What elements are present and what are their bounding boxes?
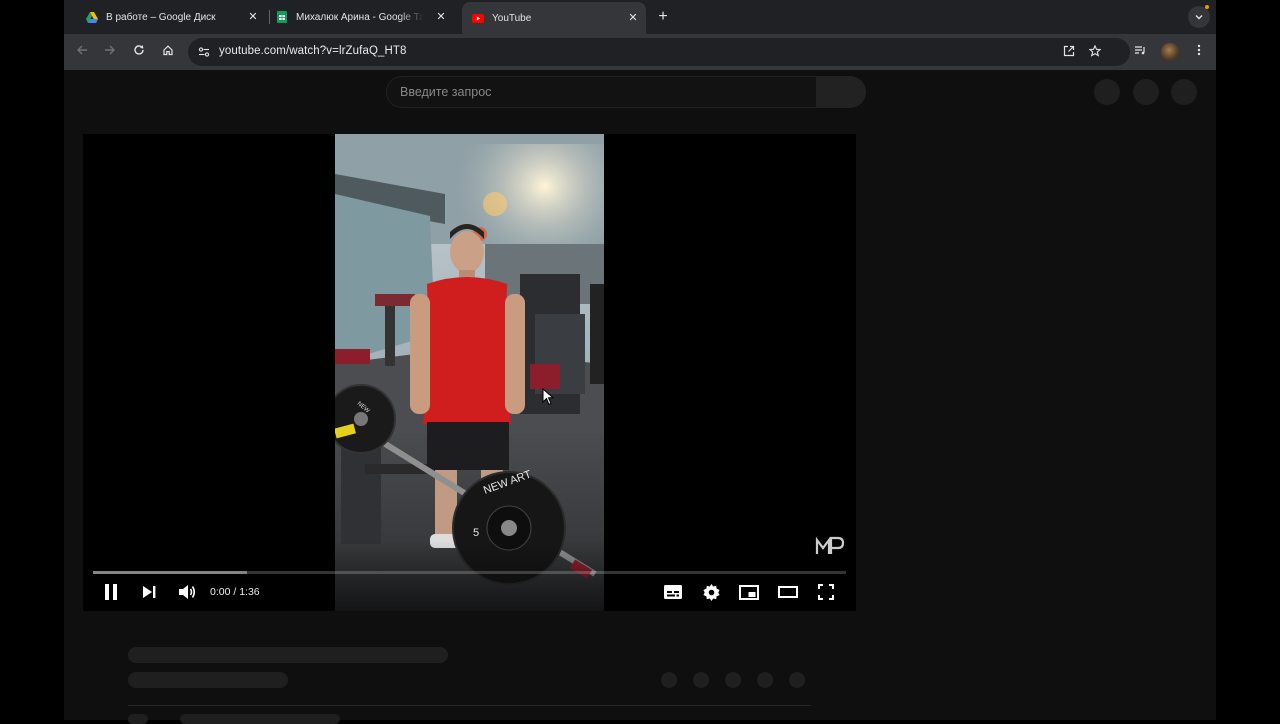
next-video-button[interactable] <box>137 581 161 603</box>
arrow-right-icon <box>105 45 115 55</box>
tab-google-drive[interactable]: В работе – Google Диск ✕ <box>76 4 266 30</box>
new-tab-button[interactable]: + <box>653 7 673 27</box>
miniplayer-icon <box>739 584 759 600</box>
channel-placeholder <box>128 672 288 688</box>
action-placeholder <box>789 672 805 688</box>
title-placeholder <box>128 647 448 663</box>
open-in-app-icon[interactable] <box>1062 45 1076 59</box>
bookmark-star-icon[interactable] <box>1088 44 1102 59</box>
mute-button[interactable] <box>175 581 199 603</box>
home-icon <box>163 45 173 56</box>
action-placeholder <box>757 672 773 688</box>
tab-title: YouTube <box>492 12 532 24</box>
close-tab-icon[interactable]: ✕ <box>434 10 448 24</box>
close-tab-icon[interactable]: ✕ <box>626 11 640 25</box>
subtitles-button[interactable] <box>661 581 685 603</box>
video-frame: NEW ART 5 NEW <box>335 134 604 611</box>
close-tab-icon[interactable]: ✕ <box>246 10 260 24</box>
tab-search-button[interactable] <box>1188 6 1210 28</box>
comment-placeholder <box>128 714 148 724</box>
search-placeholder: Введите запрос <box>400 85 492 99</box>
section-divider <box>128 705 811 706</box>
pause-icon <box>105 584 117 600</box>
action-placeholder <box>725 672 741 688</box>
google-drive-icon <box>86 11 98 23</box>
svg-text:5: 5 <box>473 527 479 539</box>
gym-video-image: NEW ART 5 NEW <box>335 134 604 611</box>
header-placeholder-button <box>1094 79 1120 105</box>
comment-placeholder <box>180 714 340 724</box>
browser-toolbar: youtube.com/watch?v=lrZufaQ_HT8 <box>64 34 1216 70</box>
forward-button[interactable] <box>99 41 121 63</box>
subtitles-icon <box>664 585 682 599</box>
time-display: 0:00 / 1:36 <box>210 586 260 598</box>
fullscreen-icon <box>818 584 834 600</box>
site-settings-icon[interactable] <box>197 45 211 59</box>
channel-watermark-logo <box>815 536 845 554</box>
tab-youtube[interactable]: YouTube ✕ <box>462 2 646 34</box>
gear-icon <box>702 583 720 601</box>
miniplayer-button[interactable] <box>737 581 761 603</box>
theater-mode-icon <box>778 586 798 598</box>
google-sheets-icon <box>276 11 288 23</box>
action-placeholder <box>661 672 677 688</box>
url-text: youtube.com/watch?v=lrZufaQ_HT8 <box>219 45 407 57</box>
action-placeholder <box>693 672 709 688</box>
chevron-down-icon <box>1195 15 1203 20</box>
theater-mode-button[interactable] <box>776 581 800 603</box>
youtube-watch-page: Введите запрос NEW ART 5 NEW 0:00 / 1:36 <box>64 70 1216 724</box>
settings-button[interactable] <box>699 581 723 603</box>
fullscreen-button[interactable] <box>814 581 838 603</box>
skip-next-icon <box>143 586 156 598</box>
header-placeholder-button <box>1171 79 1197 105</box>
back-button[interactable] <box>71 41 93 63</box>
tab-title: Михалюк Арина - Google Таблицы <box>296 11 424 23</box>
mouse-cursor-icon <box>542 388 554 406</box>
header-placeholder-button <box>1133 79 1159 105</box>
volume-icon <box>179 585 196 599</box>
youtube-icon <box>472 12 484 24</box>
video-player[interactable]: NEW ART 5 NEW 0:00 / 1:36 <box>83 134 856 611</box>
reload-button[interactable] <box>128 41 150 63</box>
home-button[interactable] <box>157 41 179 63</box>
pause-button[interactable] <box>99 581 123 603</box>
tab-google-sheets[interactable]: Михалюк Арина - Google Таблицы ✕ <box>266 4 454 30</box>
buffered-progress <box>93 571 248 574</box>
reload-icon <box>134 45 144 55</box>
media-controls-button[interactable] <box>1129 41 1151 63</box>
browser-window: В работе – Google Диск ✕ Михалюк Арина -… <box>64 0 1216 724</box>
playlist-music-icon <box>1135 46 1145 55</box>
browser-menu-button[interactable] <box>1188 41 1210 63</box>
search-input[interactable]: Введите запрос <box>386 76 816 108</box>
arrow-left-icon <box>77 45 87 55</box>
search-button[interactable] <box>816 76 866 108</box>
tab-strip: В работе – Google Диск ✕ Михалюк Арина -… <box>64 0 1216 34</box>
more-vertical-icon <box>1197 44 1201 56</box>
tab-title: В работе – Google Диск <box>106 11 216 23</box>
notification-dot <box>1205 5 1209 9</box>
profile-avatar[interactable] <box>1161 43 1179 61</box>
address-bar[interactable]: youtube.com/watch?v=lrZufaQ_HT8 <box>188 38 1130 66</box>
progress-bar[interactable] <box>93 571 846 574</box>
